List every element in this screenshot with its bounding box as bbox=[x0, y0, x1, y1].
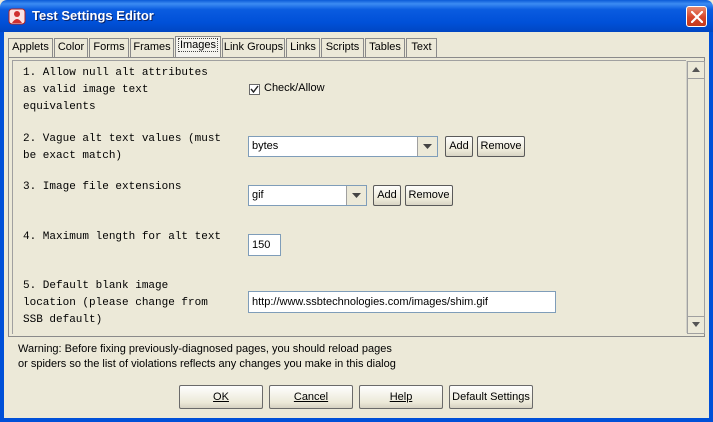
tab-links[interactable]: Links bbox=[286, 38, 320, 57]
window-frame-bottom bbox=[0, 418, 713, 422]
window-frame-right bbox=[709, 32, 713, 422]
tab-scripts[interactable]: Scripts bbox=[321, 38, 364, 57]
allow-null-alt-checkbox[interactable] bbox=[249, 84, 260, 95]
tab-color[interactable]: Color bbox=[54, 38, 88, 57]
cancel-button[interactable]: Cancel bbox=[269, 385, 353, 409]
tab-images[interactable]: Images bbox=[175, 36, 221, 57]
image-extensions-combo[interactable]: gif bbox=[248, 185, 367, 206]
chevron-down-icon bbox=[352, 193, 361, 198]
remove-vague-alt-button[interactable]: Remove bbox=[477, 136, 525, 157]
add-extension-button[interactable]: Add bbox=[373, 185, 401, 206]
add-vague-alt-button[interactable]: Add bbox=[445, 136, 473, 157]
scroll-down-button[interactable] bbox=[687, 316, 705, 334]
vague-alt-text-value: bytes bbox=[252, 140, 279, 152]
scroll-thumb[interactable] bbox=[687, 78, 705, 318]
app-figure-icon bbox=[8, 7, 26, 25]
image-extension-value: gif bbox=[252, 189, 264, 201]
close-icon bbox=[691, 11, 703, 23]
vertical-scrollbar[interactable] bbox=[686, 61, 705, 334]
tab-forms[interactable]: Forms bbox=[89, 38, 129, 57]
checkmark-icon bbox=[250, 85, 259, 94]
tab-tables[interactable]: Tables bbox=[365, 38, 405, 57]
setting-3-label: 3. Image file extensions bbox=[23, 181, 182, 193]
max-alt-length-field[interactable]: 150 bbox=[248, 234, 281, 256]
blank-image-location-field[interactable]: http://www.ssbtechnologies.com/images/sh… bbox=[248, 291, 556, 313]
ok-button[interactable]: OK bbox=[179, 385, 263, 409]
tab-text[interactable]: Text bbox=[406, 38, 437, 57]
arrow-down-icon bbox=[692, 322, 700, 327]
setting-1-label: 1. Allow null alt attributes as valid im… bbox=[23, 67, 208, 113]
tab-applets[interactable]: Applets bbox=[8, 38, 53, 57]
tab-frames[interactable]: Frames bbox=[130, 38, 174, 57]
vague-alt-text-combo[interactable]: bytes bbox=[248, 136, 438, 157]
scroll-up-button[interactable] bbox=[687, 61, 705, 79]
arrow-up-icon bbox=[692, 67, 700, 72]
warning-text: Warning: Before fixing previously-diagno… bbox=[18, 343, 396, 370]
window-frame-left bbox=[0, 32, 4, 422]
dropdown-arrow[interactable] bbox=[346, 186, 366, 205]
help-button[interactable]: Help bbox=[359, 385, 443, 409]
setting-5-label: 5. Default blank image location (please … bbox=[23, 280, 208, 326]
window-title: Test Settings Editor bbox=[32, 8, 154, 23]
default-settings-button[interactable]: Default Settings bbox=[449, 385, 533, 409]
close-button[interactable] bbox=[686, 6, 707, 27]
dropdown-arrow[interactable] bbox=[417, 137, 437, 156]
setting-4-label: 4. Maximum length for alt text bbox=[23, 231, 222, 243]
checkbox-label[interactable]: Check/Allow bbox=[264, 82, 325, 94]
chevron-down-icon bbox=[423, 144, 432, 149]
tab-link-groups[interactable]: Link Groups bbox=[222, 38, 285, 57]
remove-extension-button[interactable]: Remove bbox=[405, 185, 453, 206]
setting-2-label: 2. Vague alt text values (must be exact … bbox=[23, 133, 222, 162]
